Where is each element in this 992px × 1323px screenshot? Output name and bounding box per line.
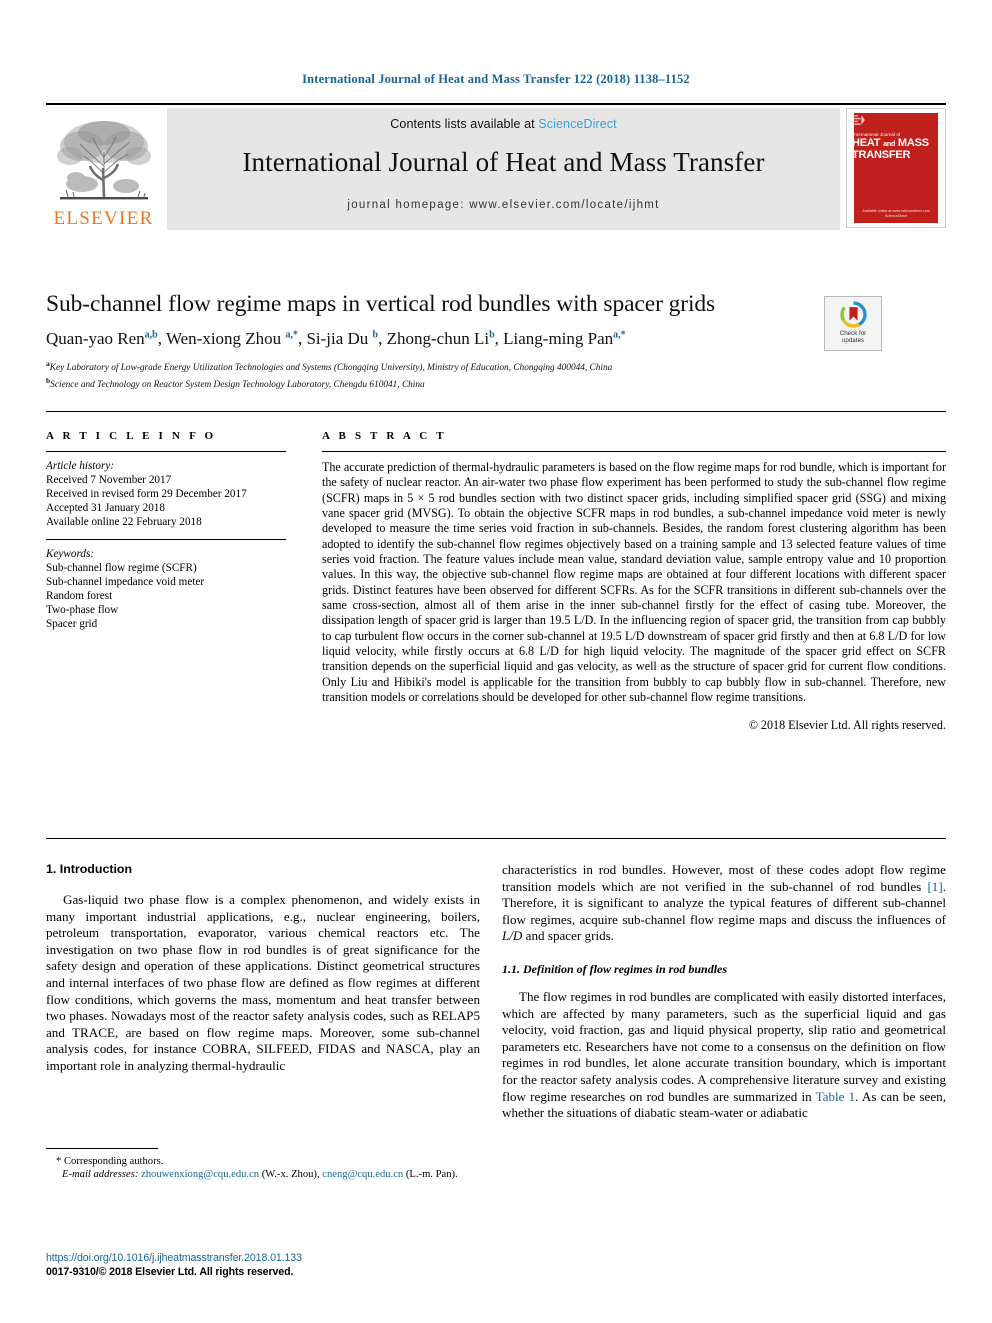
abstract-column: A B S T R A C T The accurate prediction … (322, 430, 946, 733)
email-addresses-label: E-mail addresses: (62, 1169, 139, 1181)
cover-heat: HEAT (852, 137, 881, 149)
running-head: International Journal of Heat and Mass T… (302, 72, 690, 86)
author-5: Liang-ming Pan (503, 329, 614, 348)
footnote-block: * Corresponding authors. E-mail addresse… (46, 1148, 480, 1182)
crossmark-badge[interactable]: Check for updates (824, 296, 882, 351)
article-history-item: Received in revised form 29 December 201… (46, 488, 247, 500)
author-4-sup: b (489, 329, 495, 341)
email-addresses-line: E-mail addresses: zhouwenxiong@cqu.edu.c… (46, 1168, 480, 1181)
author-3: Si-jia Du (306, 329, 369, 348)
contents-prefix: Contents lists available at (390, 117, 539, 131)
journal-band: Contents lists available at ScienceDirec… (167, 108, 840, 230)
intro-right-part-c: and spacer grids. (522, 928, 615, 944)
keywords-heading: Keywords: (46, 548, 95, 560)
abstract-text: The accurate prediction of thermal-hydra… (322, 460, 946, 705)
sec11-part-a: The flow regimes in rod bundles are comp… (502, 988, 946, 1104)
intro-paragraph-left: Gas-liquid two phase flow is a complex p… (46, 892, 480, 1073)
cover-and: and (883, 141, 896, 148)
author-2: Wen-xiong Zhou (165, 329, 282, 348)
crossmark-label-line2: updates (841, 337, 864, 345)
cover-footer: Available online at www.sciencedirect.co… (847, 209, 945, 219)
corresponding-authors-note: * Corresponding authors. (56, 1156, 164, 1167)
author-1: Quan-yao Ren (46, 329, 145, 348)
cover-transfer: TRANSFER (852, 149, 911, 161)
divider-above-info (46, 411, 946, 412)
keyword-item: Sub-channel flow regime (SCFR) (46, 562, 197, 574)
author-1-sup: a,b (144, 329, 158, 341)
body-column-right: characteristics in rod bundles. However,… (502, 862, 946, 1122)
elsevier-logo: ELSEVIER (46, 108, 161, 230)
affiliation-a-text: Key Laboratory of Low-grade Energy Utili… (49, 363, 613, 374)
author-5-sup: a,* (613, 329, 626, 341)
keyword-item: Spacer grid (46, 618, 98, 630)
keyword-item: Random forest (46, 590, 113, 602)
elsevier-tree-icon (56, 121, 151, 200)
article-info-column: A R T I C L E I N F O Article history: R… (46, 430, 286, 631)
article-history-item: Accepted 31 January 2018 (46, 502, 165, 514)
paper-page: International Journal of Heat and Mass T… (0, 0, 992, 1323)
abstract-copyright: © 2018 Elsevier Ltd. All rights reserved… (748, 717, 946, 732)
article-history-item: Available online 22 February 2018 (46, 516, 202, 528)
affiliation-b: bScience and Technology on Reactor Syste… (46, 375, 946, 392)
article-info-rule (46, 451, 286, 452)
sciencedirect-link[interactable]: ScienceDirect (538, 117, 616, 131)
affiliation-b-text: Science and Technology on Reactor System… (50, 379, 425, 390)
author-2-sup: a,* (285, 329, 298, 341)
elsevier-mark-icon (854, 115, 865, 125)
section-heading-1-1: 1.1. Definition of flow regimes in rod b… (502, 961, 728, 976)
crossmark-label: Check for updates (840, 330, 866, 345)
email-owner-2: (L.-m. Pan). (405, 1169, 458, 1181)
author-list: Quan-yao Rena,b, Wen-xiong Zhou a,*, Si-… (46, 329, 626, 348)
page-title: Sub-channel flow regime maps in vertical… (46, 291, 716, 317)
issn-copyright-line: 0017-9310/© 2018 Elsevier Ltd. All right… (46, 1266, 294, 1278)
footnote-rule (46, 1148, 158, 1149)
divider-below-abstract (46, 838, 946, 839)
author-3-sup: b (372, 329, 379, 341)
article-info-heading: A R T I C L E I N F O (46, 430, 217, 442)
footer-block: https://doi.org/10.1016/j.ijheatmasstran… (46, 1252, 486, 1278)
journal-cover-thumbnail: International Journal of HEAT and MASS TR… (846, 108, 946, 228)
title-block: Sub-channel flow regime maps in vertical… (46, 290, 946, 391)
cover-background (854, 113, 938, 223)
article-history-heading: Article history: (46, 460, 115, 472)
author-4: Zhong-chun Li (386, 329, 490, 348)
email-link-2[interactable]: cneng@cqu.edu.cn (322, 1169, 403, 1180)
article-history-item: Received 7 November 2017 (46, 474, 172, 486)
affiliation-a: aKey Laboratory of Low-grade Energy Util… (46, 358, 946, 375)
doi-link[interactable]: https://doi.org/10.1016/j.ijheatmasstran… (46, 1252, 486, 1264)
table-1-link[interactable]: Table 1 (816, 1089, 856, 1104)
keyword-item: Two-phase flow (46, 604, 119, 616)
intro-right-part-a: characteristics in rod bundles. However,… (502, 862, 946, 894)
journal-title: International Journal of Heat and Mass T… (242, 147, 765, 177)
ld-symbol: L/D (502, 928, 523, 944)
section-heading-introduction: 1. Introduction (46, 862, 133, 876)
email-link-1[interactable]: zhouwenxiong@cqu.edu.cn (141, 1169, 259, 1180)
journal-masthead: ELSEVIER Contents lists available at Sci… (46, 103, 946, 230)
keyword-item: Sub-channel impedance void meter (46, 576, 205, 588)
abstract-rule (322, 451, 946, 452)
cover-mass: MASS (897, 137, 929, 149)
elsevier-wordmark: ELSEVIER (53, 208, 154, 229)
body-column-left: 1. Introduction Gas-liquid two phase flo… (46, 862, 480, 1075)
cover-big-title: HEAT and MASS TRANSFER (852, 138, 929, 161)
intro-paragraph-right: characteristics in rod bundles. However,… (502, 862, 946, 945)
section-1-1-paragraph: The flow regimes in rod bundles are comp… (502, 989, 946, 1122)
abstract-heading: A B S T R A C T (322, 430, 447, 442)
email-owner-1: (W.-x. Zhou), (261, 1169, 320, 1181)
cover-footer-line-2: ScienceDirect (884, 214, 908, 218)
contents-available-line: Contents lists available at ScienceDirec… (390, 117, 616, 131)
keywords-rule (46, 539, 286, 540)
journal-homepage-link[interactable]: journal homepage: www.elsevier.com/locat… (347, 199, 659, 211)
crossmark-label-line1: Check for (839, 330, 867, 337)
reference-link-1[interactable]: [1] (927, 879, 942, 894)
crossmark-icon (839, 301, 867, 328)
